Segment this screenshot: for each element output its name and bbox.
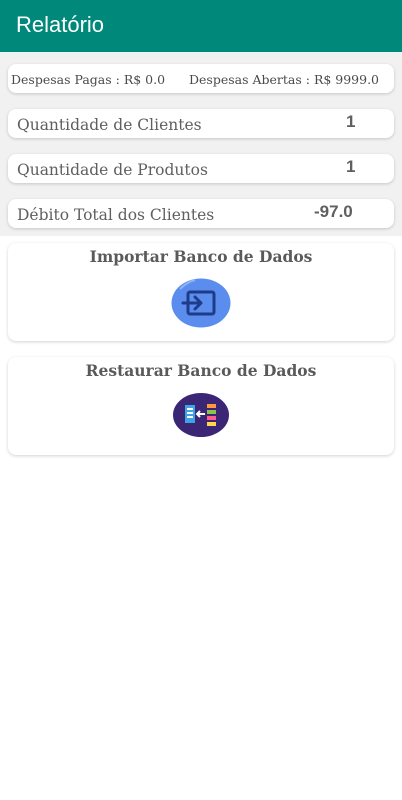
restore-icon [171,391,231,439]
expenses-summary-card: Despesas Pagas : R$ 0.0 Despesas Abertas… [8,64,394,93]
clients-debt-label: Débito Total dos Clientes [17,206,215,224]
products-count-label: Quantidade de Produtos [17,161,208,179]
products-count-card: Quantidade de Produtos 1 [8,154,394,183]
products-count-value: 1 [346,157,356,176]
clients-count-label: Quantidade de Clientes [17,116,202,134]
paid-expenses-label: Despesas Pagas : R$ 0.0 [11,72,166,87]
clients-count-value: 1 [346,112,356,131]
clients-debt-card: Débito Total dos Clientes -97.0 [8,199,394,228]
import-icon [171,278,231,328]
page-title: Relatório [16,12,105,37]
open-expenses-label: Despesas Abertas : R$ 9999.0 [189,72,380,87]
restore-database-button[interactable]: Restaurar Banco de Dados [8,357,394,455]
clients-debt-value: -97.0 [314,202,353,221]
import-database-title: Importar Banco de Dados [89,247,313,266]
import-database-button[interactable]: Importar Banco de Dados [8,243,394,341]
clients-count-card: Quantidade de Clientes 1 [8,109,394,138]
app-bar: Relatório [0,0,402,52]
restore-database-title: Restaurar Banco de Dados [85,361,317,380]
